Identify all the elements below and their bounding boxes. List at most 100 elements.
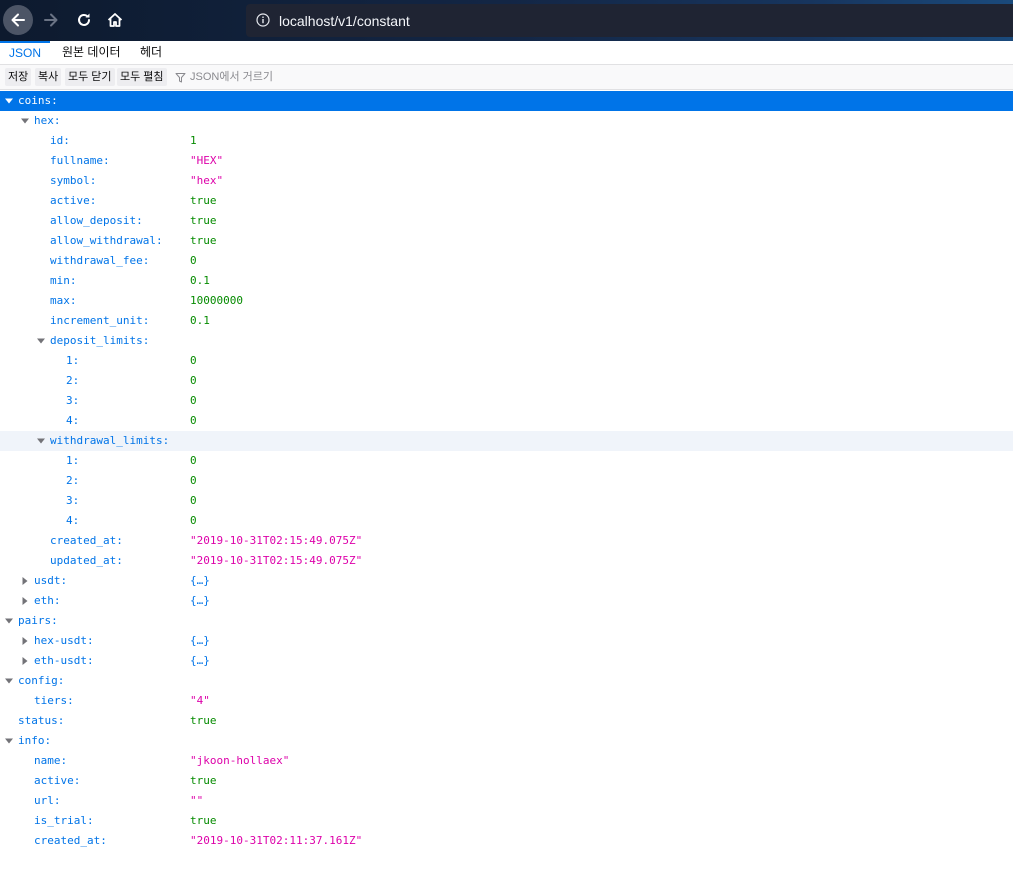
tree-row[interactable]: hex: — [0, 111, 1013, 131]
tree-row[interactable]: active: true — [0, 771, 1013, 791]
tree-row[interactable]: 2: 0 — [0, 471, 1013, 491]
arrow-right-icon — [44, 13, 58, 27]
tree-row[interactable]: id: 1 — [0, 131, 1013, 151]
expand-all-button[interactable]: 모두 펼침 — [117, 68, 167, 86]
expanded-arrow-icon[interactable] — [5, 617, 13, 625]
address-bar[interactable]: localhost/v1/constant — [246, 4, 1013, 37]
collapsed-arrow-icon[interactable] — [21, 597, 29, 605]
tree-row[interactable]: deposit_limits: — [0, 331, 1013, 351]
tree-key: hex: — [34, 114, 61, 127]
tree-value: 10000000 — [190, 294, 243, 307]
tree-row[interactable]: 3: 0 — [0, 491, 1013, 511]
tree-key: eth-usdt: — [34, 654, 94, 667]
tree-row[interactable]: 2: 0 — [0, 371, 1013, 391]
tree-value: true — [190, 214, 217, 227]
tree-row[interactable]: usdt: {…} — [0, 571, 1013, 591]
tab-headers[interactable]: 헤더 — [132, 41, 170, 65]
tree-row[interactable]: 3: 0 — [0, 391, 1013, 411]
tree-row[interactable]: min: 0.1 — [0, 271, 1013, 291]
tree-key: withdrawal_limits: — [50, 434, 170, 447]
tree-row[interactable]: eth-usdt: {…} — [0, 651, 1013, 671]
collapsed-arrow-icon[interactable] — [21, 577, 29, 585]
tree-key: config: — [18, 674, 65, 687]
collapsed-arrow-icon[interactable] — [21, 637, 29, 645]
tree-value: 0 — [190, 354, 197, 367]
tree-key: min: — [50, 274, 77, 287]
tab-raw-data[interactable]: 원본 데이터 — [54, 41, 129, 65]
tab-json[interactable]: JSON — [0, 41, 50, 65]
expanded-arrow-icon[interactable] — [21, 117, 29, 125]
collapse-all-button[interactable]: 모두 닫기 — [65, 68, 115, 86]
tree-row[interactable]: 1: 0 — [0, 451, 1013, 471]
tree-row[interactable]: updated_at: "2019-10-31T02:15:49.075Z" — [0, 551, 1013, 571]
tree-row[interactable]: symbol: "hex" — [0, 171, 1013, 191]
filter-input[interactable]: JSON에서 거르기 — [190, 68, 273, 86]
tree-row[interactable]: pairs: — [0, 611, 1013, 631]
tree-row[interactable]: increment_unit: 0.1 — [0, 311, 1013, 331]
tree-row[interactable]: allow_withdrawal: true — [0, 231, 1013, 251]
expanded-arrow-icon[interactable] — [37, 437, 45, 445]
collapsed-arrow-icon[interactable] — [21, 657, 29, 665]
tree-key: withdrawal_fee: — [50, 254, 150, 267]
tree-row[interactable]: max: 10000000 — [0, 291, 1013, 311]
tree-value: 1 — [190, 134, 197, 147]
filter-icon — [175, 73, 186, 83]
expanded-arrow-icon[interactable] — [5, 97, 13, 105]
tree-key: 4: — [66, 514, 80, 527]
tree-row[interactable]: eth: {…} — [0, 591, 1013, 611]
save-button[interactable]: 저장 — [5, 68, 32, 86]
tree-key: active: — [50, 194, 97, 207]
tree-row[interactable]: hex-usdt: {…} — [0, 631, 1013, 651]
tree-row[interactable]: 4: 0 — [0, 511, 1013, 531]
tree-value: 0 — [190, 454, 197, 467]
tree-value: 0 — [190, 494, 197, 507]
tree-key: coins: — [18, 94, 58, 107]
tree-row[interactable]: info: — [0, 731, 1013, 751]
tree-row[interactable]: created_at: "2019-10-31T02:11:37.161Z" — [0, 831, 1013, 851]
expanded-arrow-icon[interactable] — [5, 737, 13, 745]
tree-row[interactable]: allow_deposit: true — [0, 211, 1013, 231]
tree-row[interactable]: fullname: "HEX" — [0, 151, 1013, 171]
tree-value: 0 — [190, 514, 197, 527]
tree-key: allow_withdrawal: — [50, 234, 163, 247]
tree-key: increment_unit: — [50, 314, 150, 327]
back-button[interactable] — [3, 5, 33, 35]
tree-value: "jkoon-hollaex" — [190, 754, 290, 767]
tree-row[interactable]: is_trial: true — [0, 811, 1013, 831]
tree-value: 0 — [190, 474, 197, 487]
tree-row[interactable]: coins: — [0, 91, 1013, 111]
info-icon[interactable] — [256, 13, 270, 27]
tree-row[interactable]: 4: 0 — [0, 411, 1013, 431]
tree-row[interactable]: status: true — [0, 711, 1013, 731]
tree-value: {…} — [190, 574, 210, 587]
tree-key: created_at: — [34, 834, 107, 847]
tree-value: "hex" — [190, 174, 224, 187]
reload-button[interactable] — [69, 5, 99, 35]
tree-key: allow_deposit: — [50, 214, 143, 227]
tree-row[interactable]: name: "jkoon-hollaex" — [0, 751, 1013, 771]
viewer-tabs: JSON 원본 데이터 헤더 — [0, 41, 1013, 65]
expanded-arrow-icon[interactable] — [5, 677, 13, 685]
tree-row[interactable]: withdrawal_fee: 0 — [0, 251, 1013, 271]
copy-button[interactable]: 복사 — [35, 68, 62, 86]
tree-key: 1: — [66, 354, 80, 367]
home-button[interactable] — [100, 5, 130, 35]
tree-key: fullname: — [50, 154, 110, 167]
tree-row[interactable]: withdrawal_limits: — [0, 431, 1013, 451]
tree-key: status: — [18, 714, 65, 727]
tree-value: "2019-10-31T02:15:49.075Z" — [190, 554, 363, 567]
tree-value: 0.1 — [190, 274, 210, 287]
tree-row[interactable]: active: true — [0, 191, 1013, 211]
tree-row[interactable]: created_at: "2019-10-31T02:15:49.075Z" — [0, 531, 1013, 551]
tree-value: {…} — [190, 634, 210, 647]
tree-key: 1: — [66, 454, 80, 467]
tree-row[interactable]: url: "" — [0, 791, 1013, 811]
tree-row[interactable]: config: — [0, 671, 1013, 691]
tree-key: updated_at: — [50, 554, 123, 567]
tree-row[interactable]: tiers: "4" — [0, 691, 1013, 711]
tree-key: deposit_limits: — [50, 334, 150, 347]
expanded-arrow-icon[interactable] — [37, 337, 45, 345]
forward-button[interactable] — [36, 5, 66, 35]
tree-row[interactable]: 1: 0 — [0, 351, 1013, 371]
tree-key: name: — [34, 754, 68, 767]
